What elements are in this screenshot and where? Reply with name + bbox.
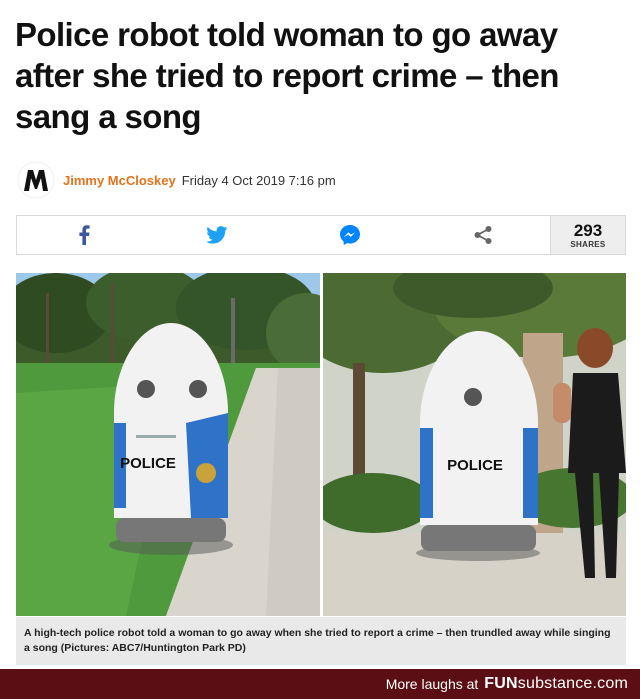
generic-share-button[interactable]	[417, 216, 550, 254]
footer-brand-bold: FUN	[484, 675, 518, 692]
facebook-share-button[interactable]	[17, 216, 150, 254]
footer-brand-rest: substance.com	[517, 675, 628, 692]
share-count: 293 SHARES	[550, 216, 625, 254]
author-link[interactable]: Jimmy McCloskey	[63, 173, 176, 188]
photo-right: POLICE	[323, 273, 626, 616]
right-robot-label: POLICE	[447, 457, 503, 474]
footer-more-text: More laughs at	[385, 676, 479, 692]
footer-brand[interactable]: FUNsubstance.com	[484, 675, 628, 693]
messenger-share-button[interactable]	[284, 216, 417, 254]
share-bar: 293 SHARES	[16, 215, 626, 255]
facebook-icon	[79, 225, 90, 245]
publish-date: Friday 4 Oct 2019 7:16 pm	[181, 172, 336, 188]
twitter-icon	[206, 226, 228, 244]
metro-logo-icon	[17, 161, 55, 199]
share-count-label: SHARES	[570, 239, 606, 249]
article-headline: Police robot told woman to go away after…	[15, 16, 559, 135]
left-robot-label: POLICE	[120, 455, 176, 472]
twitter-share-button[interactable]	[150, 216, 283, 254]
share-icon	[474, 226, 492, 244]
image-caption: A high-tech police robot told a woman to…	[16, 617, 626, 665]
byline: Jimmy McCloskey Friday 4 Oct 2019 7:16 p…	[17, 160, 627, 200]
photo-left: POLICE	[16, 273, 320, 616]
share-count-number: 293	[573, 220, 603, 240]
messenger-icon	[340, 225, 361, 245]
footer-bar[interactable]: More laughs at FUNsubstance.com	[0, 669, 640, 699]
